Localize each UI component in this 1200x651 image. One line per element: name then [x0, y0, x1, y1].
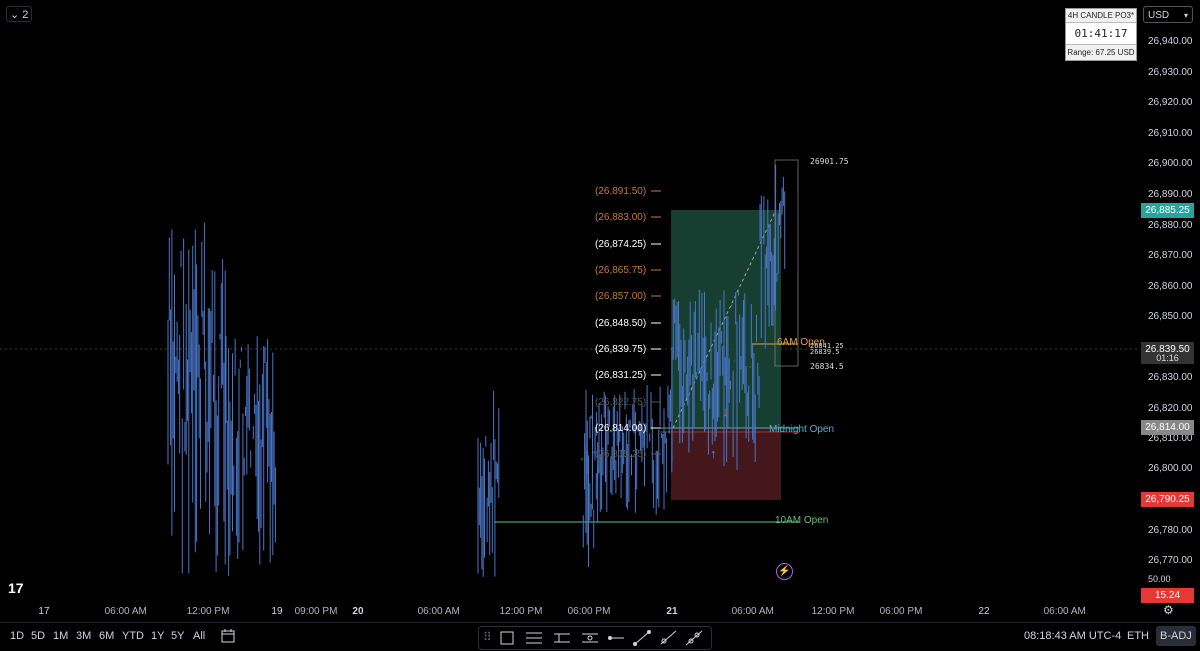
- clock-display[interactable]: 08:18:43 AM UTC-4: [1024, 630, 1121, 642]
- ten-am-open-label: 10AM Open: [775, 515, 829, 526]
- range-button-3m[interactable]: 3M: [76, 630, 91, 642]
- indicator-value-tag: 15.24: [1141, 588, 1194, 603]
- low-price-tag: 26,790.25: [1141, 492, 1194, 507]
- drag-handle-icon[interactable]: ⠿: [483, 630, 492, 644]
- time-axis-label: 06:00 AM: [104, 606, 147, 617]
- info-title: 4H CANDLE PO3*: [1066, 9, 1136, 23]
- midnight-open-label: Midnight Open: [769, 424, 835, 435]
- currency-select[interactable]: USD ▾: [1143, 6, 1193, 23]
- time-axis-label: 06:00 PM: [567, 606, 611, 617]
- adjustment-toggle[interactable]: B-ADJ: [1156, 626, 1196, 646]
- price-range-icon[interactable]: [581, 630, 599, 646]
- candle-info-box: 4H CANDLE PO3* 01:41:17 Range: 67.25 USD: [1065, 8, 1137, 61]
- calendar-icon[interactable]: [221, 629, 235, 643]
- price-axis-label: 26,820.00: [1148, 403, 1193, 414]
- horizontal-ray-icon[interactable]: [607, 630, 625, 646]
- price-axis-label: 26,830.00: [1148, 372, 1193, 383]
- time-axis-label: 19: [271, 606, 283, 617]
- fib-level-label: (26,839.75): [595, 344, 647, 355]
- time-axis-label: 17: [38, 606, 50, 617]
- fib-retracement-icon[interactable]: [525, 630, 543, 646]
- countdown-tag: 01:16: [1141, 352, 1194, 364]
- price-axis-label: 26,780.00: [1148, 525, 1193, 536]
- midnight-price-tag: 26,814.00: [1141, 420, 1194, 435]
- trend-line-icon[interactable]: [633, 630, 651, 646]
- indicator-top-label: 50.00: [1148, 574, 1171, 584]
- up-arrow-icon: ↑: [710, 446, 717, 461]
- drawing-toolbar: ⠿: [478, 626, 712, 650]
- high-price-tag: 26,885.25: [1141, 203, 1194, 218]
- price-axis-label: 26,910.00: [1148, 128, 1193, 139]
- info-range: Range: 67.25 USD: [1067, 48, 1135, 57]
- mid-value: 26839.5: [810, 348, 840, 356]
- time-axis[interactable]: 17 06:00 AM 12:00 PM 19 09:00 PM 20 06:00 AM 12…: [0, 600, 1140, 620]
- price-axis-label: 26,800.00: [1148, 463, 1193, 474]
- range-button-ytd[interactable]: YTD: [122, 630, 144, 642]
- currency-label: USD: [1148, 10, 1170, 21]
- fib-level-label: (26,805.25): [595, 449, 647, 460]
- collapse-count: 2: [22, 9, 29, 21]
- range-button-1d[interactable]: 1D: [10, 630, 24, 642]
- fib-level-label: (26,874.25): [595, 239, 647, 250]
- time-axis-label: 06:00 PM: [879, 606, 923, 617]
- price-axis-label: 26,930.00: [1148, 67, 1193, 78]
- price-axis-label: 26,770.00: [1148, 555, 1193, 566]
- low-label: 26834.5: [810, 362, 844, 371]
- range-button-5y[interactable]: 5Y: [171, 630, 184, 642]
- bolt-icon[interactable]: ⚡: [776, 563, 793, 580]
- range-button-5d[interactable]: 5D: [31, 630, 45, 642]
- time-axis-label: 12:00 PM: [186, 606, 230, 617]
- price-axis-label: 26,850.00: [1148, 311, 1193, 322]
- info-timer: 01:41:17: [1066, 23, 1136, 45]
- price-axis-label: 26,860.00: [1148, 281, 1193, 292]
- long-position-icon[interactable]: [553, 630, 571, 646]
- price-axis-label: 26,920.00: [1148, 97, 1193, 108]
- tradingview-logo[interactable]: 17: [8, 580, 24, 596]
- price-chart[interactable]: ↓ ↑: [0, 0, 1140, 578]
- chevron-down-icon: ▾: [1183, 11, 1188, 20]
- fib-level-label: (26,857.00): [595, 291, 647, 302]
- range-button-1y[interactable]: 1Y: [151, 630, 164, 642]
- time-axis-label: 06:00 AM: [1043, 606, 1086, 617]
- range-button-1m[interactable]: 1M: [53, 630, 68, 642]
- range-button-all[interactable]: All: [193, 630, 205, 642]
- price-axis-label: 26,900.00: [1148, 158, 1193, 169]
- time-axis-label: 12:00 PM: [499, 606, 543, 617]
- fib-level-label: (26,848.50): [595, 318, 647, 329]
- price-axis-label: 26,880.00: [1148, 220, 1193, 231]
- rectangle-tool-icon[interactable]: [499, 630, 515, 646]
- time-axis-label: 06:00 AM: [731, 606, 774, 617]
- bottom-toolbar: 1D 5D 1M 3M 6M YTD 1Y 5Y All ⠿ 08:18:43 AM UTC-4…: [0, 622, 1200, 651]
- discount-zone: [671, 428, 781, 500]
- time-axis-label: 12:00 PM: [811, 606, 855, 617]
- settings-gear-icon[interactable]: ⚙: [1163, 603, 1174, 617]
- extended-line-icon[interactable]: [685, 630, 703, 646]
- session-toggle[interactable]: ETH: [1127, 630, 1149, 642]
- time-axis-label: 06:00 AM: [417, 606, 460, 617]
- time-axis-label: 20: [352, 606, 364, 617]
- ray-line-icon[interactable]: [659, 630, 677, 646]
- price-axis-label: 26,890.00: [1148, 189, 1193, 200]
- fib-level-label: (26,865.75): [595, 265, 647, 276]
- time-axis-label: 22: [978, 606, 990, 617]
- price-axis-label: 26,940.00: [1148, 36, 1193, 47]
- collapse-button[interactable]: ⌄ 2: [6, 6, 32, 22]
- down-arrow-icon: ↓: [722, 404, 729, 419]
- price-axis-label: 26,870.00: [1148, 250, 1193, 261]
- time-axis-label: 21: [666, 606, 678, 617]
- high-label: 26901.75: [810, 157, 849, 166]
- fib-level-label: (26,822.75): [595, 397, 647, 408]
- time-axis-label: 09:00 PM: [294, 606, 338, 617]
- fib-level-label: (26,891.50): [595, 186, 647, 197]
- range-button-6m[interactable]: 6M: [99, 630, 114, 642]
- fib-level-label: (26,831.25): [595, 370, 647, 381]
- fib-level-label: (26,883.00): [595, 212, 647, 223]
- fib-level-label: (26,814.00): [595, 423, 647, 434]
